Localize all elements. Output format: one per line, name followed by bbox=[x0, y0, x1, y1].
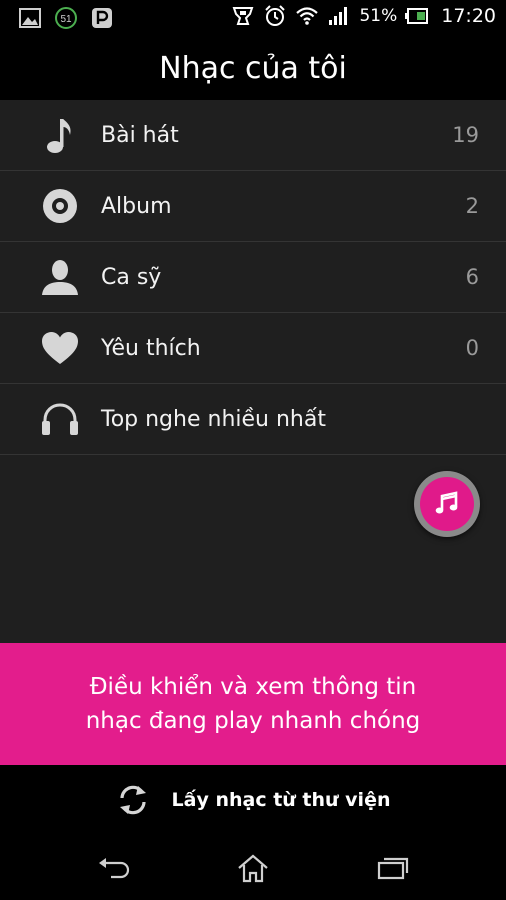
badge-51-icon: 51 bbox=[54, 6, 78, 30]
banner-line-2: nhạc đang play nhanh chóng bbox=[85, 708, 421, 734]
menu-item-top-played[interactable]: Top nghe nhiều nhất bbox=[0, 384, 506, 455]
menu-item-label: Bài hát bbox=[101, 122, 179, 148]
music-notes-icon bbox=[435, 491, 458, 514]
gallery-icon bbox=[18, 6, 42, 30]
clock: 17:20 bbox=[441, 5, 496, 27]
menu-item-artists[interactable]: Ca sỹ 6 bbox=[0, 242, 506, 313]
app-header: Nhạc của tôi bbox=[0, 36, 506, 100]
heart-icon bbox=[40, 328, 80, 368]
status-bar: 51 51% 17:20 bbox=[0, 0, 506, 36]
menu-item-label: Top nghe nhiều nhất bbox=[101, 406, 326, 432]
status-right-icons: 51% 17:20 bbox=[231, 4, 496, 28]
menu-item-label: Album bbox=[101, 193, 172, 219]
home-icon bbox=[238, 854, 268, 883]
now-playing-button[interactable] bbox=[414, 471, 480, 537]
music-menu: Bài hát 19 Album 2 Ca sỹ 6 Yêu thích 0 T… bbox=[0, 100, 506, 643]
badge-51-text: 51 bbox=[60, 14, 72, 25]
recent-apps-button[interactable] bbox=[373, 851, 413, 885]
home-button[interactable] bbox=[233, 851, 273, 885]
menu-item-label: Yêu thích bbox=[101, 335, 201, 361]
page-title: Nhạc của tôi bbox=[159, 50, 347, 86]
disc-icon bbox=[40, 186, 80, 226]
person-icon bbox=[40, 257, 80, 297]
status-left-icons: 51 bbox=[18, 6, 114, 30]
battery-percent: 51% bbox=[359, 6, 398, 26]
menu-item-label: Ca sỹ bbox=[101, 264, 162, 290]
signal-icon bbox=[327, 4, 351, 28]
menu-item-count: 6 bbox=[465, 265, 479, 289]
p-app-icon bbox=[90, 6, 114, 30]
menu-item-album[interactable]: Album 2 bbox=[0, 171, 506, 242]
now-playing-banner[interactable]: Điều khiển và xem thông tin nhạc đang pl… bbox=[0, 643, 506, 765]
headphones-icon bbox=[40, 399, 80, 439]
recent-apps-icon bbox=[377, 857, 409, 880]
battery-icon bbox=[405, 4, 429, 28]
game-controller-icon bbox=[231, 4, 255, 28]
back-button[interactable] bbox=[94, 851, 134, 885]
alarm-clock-icon bbox=[263, 4, 287, 28]
wifi-icon bbox=[295, 4, 319, 28]
banner-line-1: Điều khiển và xem thông tin bbox=[89, 674, 417, 700]
menu-item-favorites[interactable]: Yêu thích 0 bbox=[0, 313, 506, 384]
import-library-label: Lấy nhạc từ thư viện bbox=[171, 789, 391, 811]
menu-item-songs[interactable]: Bài hát 19 bbox=[0, 100, 506, 171]
menu-item-count: 0 bbox=[465, 336, 479, 360]
sync-icon bbox=[119, 785, 146, 815]
menu-item-count: 19 bbox=[452, 123, 479, 147]
navigation-bar bbox=[0, 835, 506, 900]
back-icon bbox=[99, 858, 130, 879]
menu-item-count: 2 bbox=[465, 194, 479, 218]
import-library-button[interactable]: Lấy nhạc từ thư viện bbox=[0, 765, 506, 835]
now-playing-button-inner bbox=[420, 477, 474, 531]
music-note-icon bbox=[40, 115, 80, 155]
